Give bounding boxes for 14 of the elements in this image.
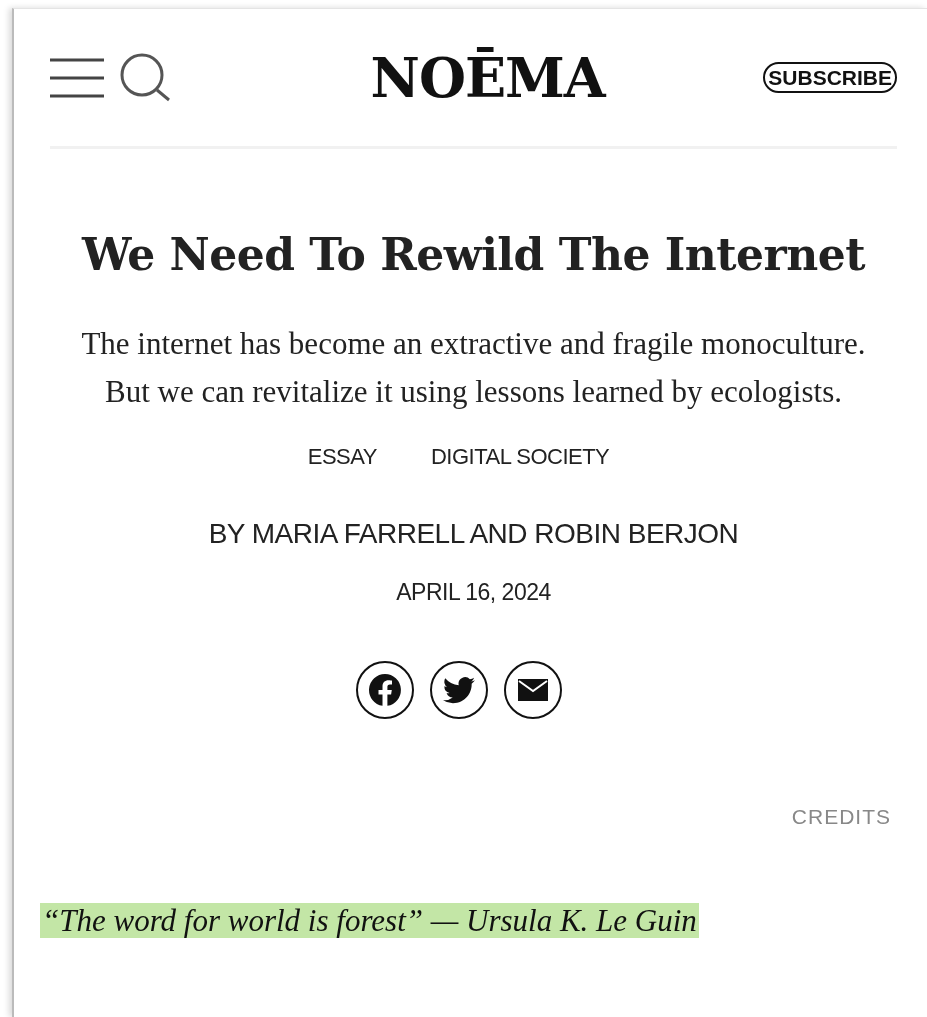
bird-icon	[442, 676, 475, 704]
category-link[interactable]: ESSAY	[307, 439, 377, 473]
publish-date: APRIL 16, 2024	[395, 577, 552, 607]
category-link[interactable]: DIGITAL SOCIETY	[430, 439, 610, 473]
search-icon[interactable]	[120, 52, 172, 103]
epigraph-quote: “The word for world is forest” — Ursula K. Le Guin	[40, 902, 699, 938]
subscribe-button[interactable]: SUBSCRIBE	[763, 61, 897, 94]
facebook-icon	[368, 674, 401, 707]
envelope-icon	[517, 679, 548, 702]
credits-link[interactable]: CREDITS	[791, 805, 891, 829]
article-summary: The internet has become an extractive and fragile monoculture. But we can revitalize it using lessons learned by ecologists.	[80, 324, 867, 411]
article-title: We Need To Rewild The Internet	[80, 229, 867, 282]
author-byline: BY MARIA FARRELL AND ROBIN BERJON	[207, 516, 740, 551]
menu-icon[interactable]	[50, 57, 104, 98]
